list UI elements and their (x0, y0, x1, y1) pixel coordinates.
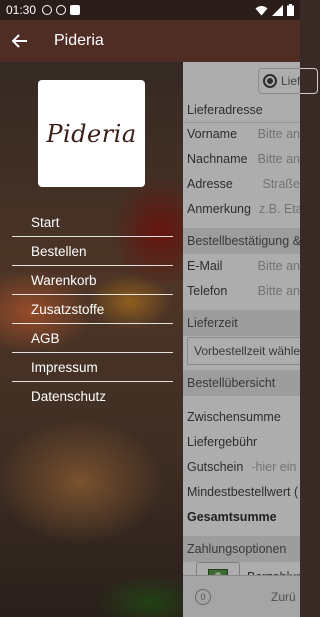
data-saver-icon (56, 5, 67, 15)
signal-icon (272, 4, 283, 16)
app-bar: Pideria (0, 20, 300, 62)
drawer-item-label: Datenschutz (31, 389, 107, 404)
wifi-icon (255, 5, 268, 15)
battery-icon (287, 4, 294, 16)
drawer-item-impressum[interactable]: Impressum (0, 353, 183, 382)
drawer-menu: Start Bestellen Warenkorb Zusatzstoffe A… (0, 208, 183, 411)
drawer-item-label: AGB (31, 331, 60, 346)
page-title: Pideria (54, 32, 104, 49)
status-bar: 01:30 (0, 0, 300, 20)
navigation-drawer: Pideria Start Bestellen Warenkorb Zusatz… (0, 62, 183, 617)
logo-text: Pideria (46, 119, 137, 148)
drawer-item-label: Warenkorb (31, 273, 97, 288)
drawer-item-start[interactable]: Start (0, 208, 183, 237)
drawer-item-datenschutz[interactable]: Datenschutz (0, 382, 183, 411)
drawer-item-warenkorb[interactable]: Warenkorb (0, 266, 183, 295)
logo: Pideria (38, 80, 145, 187)
arrow-left-icon (12, 34, 27, 48)
drawer-item-label: Impressum (31, 360, 98, 375)
drawer-item-label: Bestellen (31, 244, 87, 259)
back-button[interactable] (0, 20, 40, 62)
drawer-item-zusatzstoffe[interactable]: Zusatzstoffe (0, 295, 183, 324)
status-time: 01:30 (6, 3, 37, 17)
drawer-item-label: Zusatzstoffe (31, 302, 105, 317)
sim-icon (70, 5, 81, 15)
drawer-item-label: Start (31, 215, 60, 230)
drawer-item-agb[interactable]: AGB (0, 324, 183, 353)
drawer-item-bestellen[interactable]: Bestellen (0, 237, 183, 266)
alert-icon (42, 5, 53, 15)
